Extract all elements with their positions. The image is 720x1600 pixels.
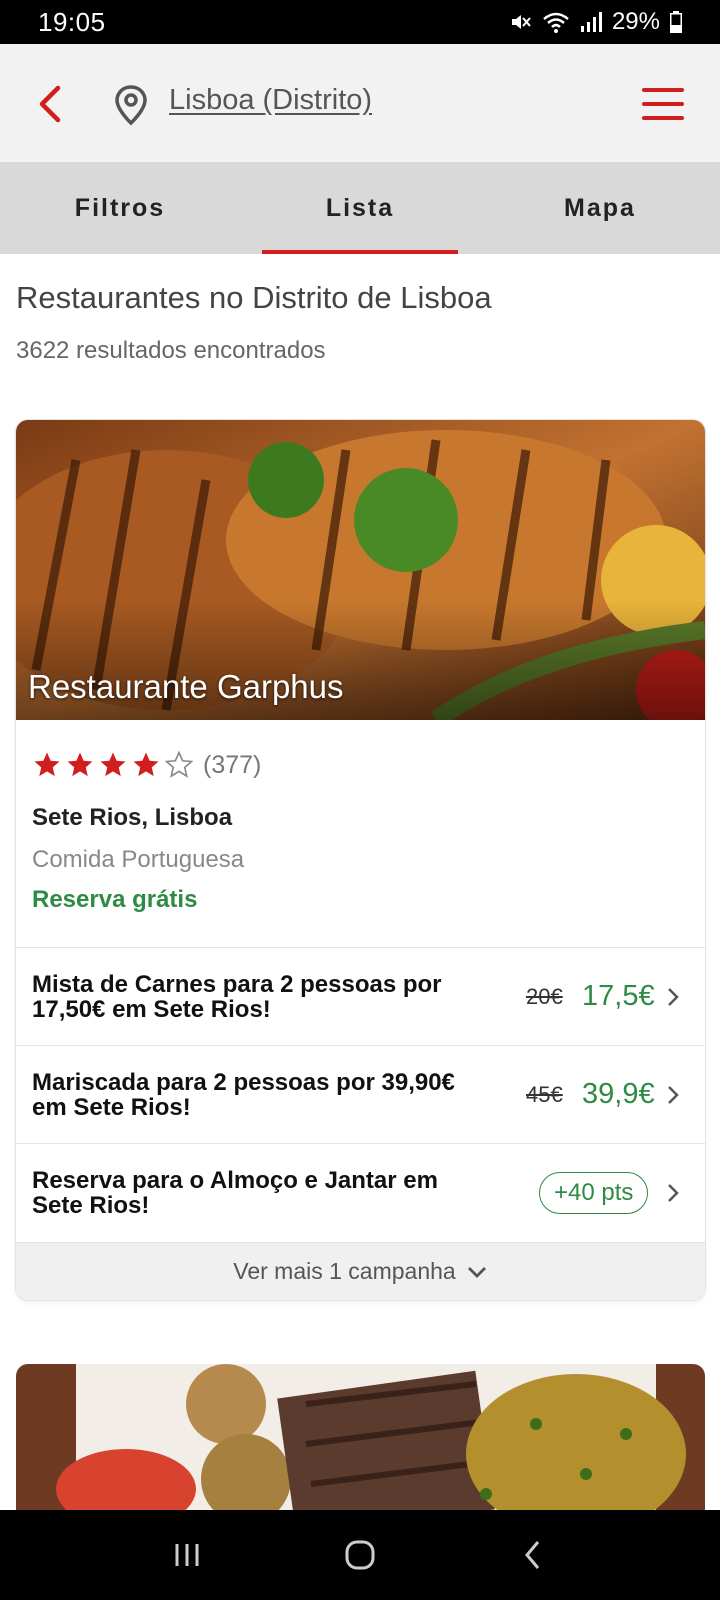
status-time: 19:05 [38, 6, 106, 37]
chevron-right-icon [668, 1085, 679, 1104]
rating-count: (377) [203, 750, 262, 779]
offer-row[interactable]: Reserva para o Almoço e Jantar em Sete R… [16, 1143, 705, 1241]
battery-icon [670, 11, 682, 33]
see-more-label: Ver mais 1 campanha [233, 1258, 456, 1284]
back-arrow-icon[interactable] [34, 84, 68, 124]
chevron-down-icon [467, 1266, 486, 1278]
restaurant-name: Restaurante Garphus [28, 668, 344, 705]
see-more-campaigns-button[interactable]: Ver mais 1 campanha [16, 1242, 705, 1300]
restaurant-card-preview[interactable] [16, 1364, 705, 1524]
old-price: 20€ [526, 983, 563, 1009]
hamburger-menu-icon[interactable] [642, 88, 684, 120]
star-filled-icon [34, 752, 60, 777]
tab-mapa[interactable]: Mapa [480, 162, 720, 254]
restaurant-photo [16, 1364, 705, 1524]
restaurant-card[interactable]: Restaurante Garphus (377) Sete Rios, Lis… [16, 420, 705, 1300]
old-price: 45€ [526, 1081, 563, 1107]
view-tabs: Filtros Lista Mapa [0, 162, 720, 254]
location-pin-icon [115, 85, 147, 126]
recent-apps-icon[interactable] [167, 1535, 207, 1575]
back-icon[interactable] [513, 1535, 553, 1575]
tab-lista[interactable]: Lista [240, 162, 480, 254]
restaurant-area: Sete Rios, Lisboa [32, 804, 233, 831]
new-price: 17,5€ [582, 980, 655, 1012]
offer-title: Mista de Carnes para 2 pessoas por 17,50… [32, 970, 442, 1023]
reservation-label: Reserva grátis [32, 886, 198, 913]
points-badge: +40 pts [539, 1171, 649, 1214]
tab-filtros[interactable]: Filtros [0, 162, 240, 254]
chevron-right-icon [668, 1183, 679, 1202]
restaurant-cuisine: Comida Portuguesa [32, 846, 245, 873]
status-bar: 19:05 29% [0, 0, 720, 44]
star-filled-icon [133, 752, 159, 777]
app-header: Lisboa (Distrito) [0, 44, 720, 162]
status-icons: 29% [508, 8, 682, 36]
restaurant-photo[interactable]: Restaurante Garphus [16, 420, 705, 720]
star-filled-icon [100, 752, 126, 777]
app-screen: 19:05 29% Lisboa (Distrito) Filtros List… [0, 0, 720, 1600]
offer-row[interactable]: Mista de Carnes para 2 pessoas por 17,50… [16, 947, 705, 1045]
location-selector[interactable]: Lisboa (Distrito) [169, 84, 372, 117]
offer-title: Mariscada para 2 pessoas por 39,90€ em S… [32, 1068, 455, 1121]
signal-icon [580, 10, 602, 34]
star-empty-icon [164, 750, 194, 778]
system-nav-bar [0, 1510, 720, 1600]
battery-percent: 29% [611, 8, 660, 35]
star-filled-icon [67, 752, 93, 777]
new-price: 39,9€ [582, 1078, 655, 1110]
offer-row[interactable]: Mariscada para 2 pessoas por 39,90€ em S… [16, 1045, 705, 1143]
offer-title: Reserva para o Almoço e Jantar em Sete R… [32, 1166, 438, 1219]
wifi-icon [542, 10, 570, 34]
results-count: 3622 resultados encontrados [16, 337, 326, 364]
rating: (377) [32, 750, 261, 780]
chevron-right-icon [668, 987, 679, 1006]
mute-icon [508, 10, 532, 34]
home-icon[interactable] [340, 1535, 380, 1575]
page-title: Restaurantes no Distrito de Lisboa [16, 280, 492, 315]
